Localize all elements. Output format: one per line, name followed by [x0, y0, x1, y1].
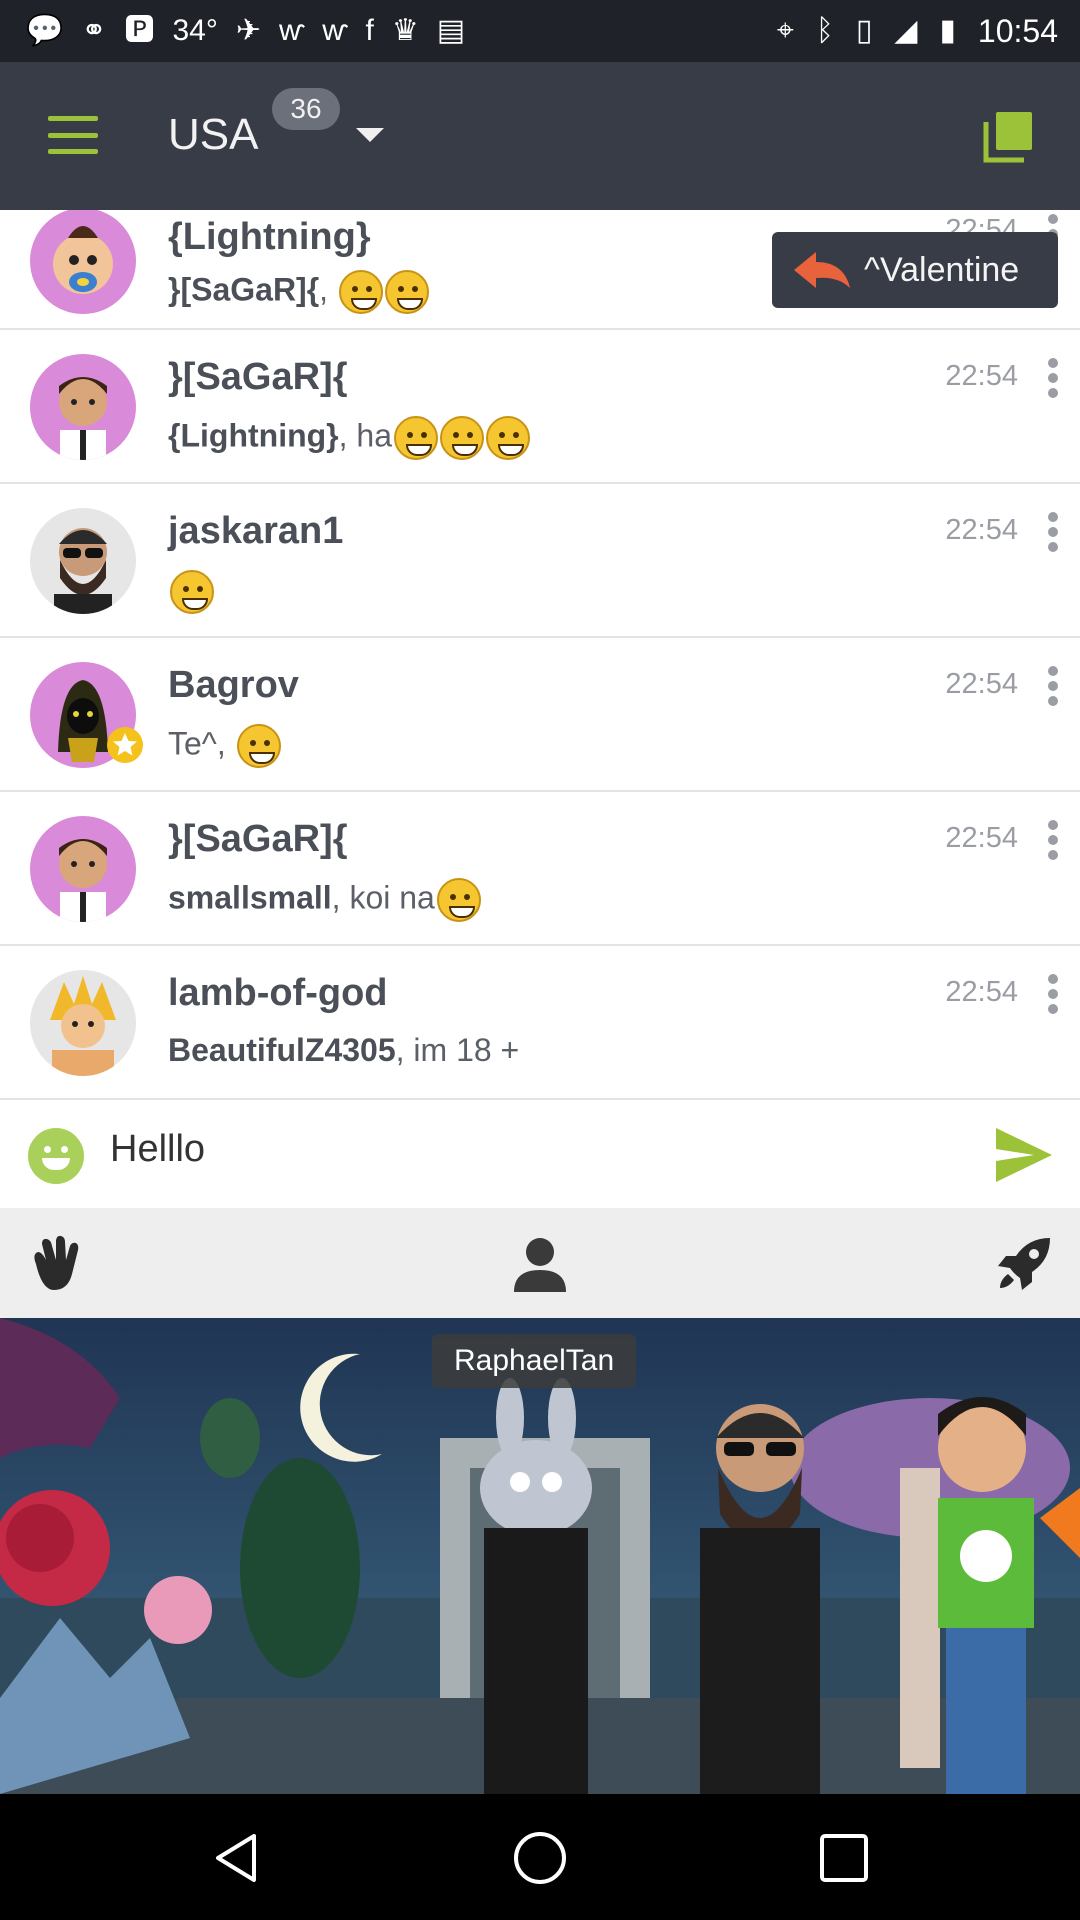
sender-name[interactable]: jaskaran1 — [168, 510, 343, 553]
send-icon[interactable] — [994, 1126, 1054, 1184]
person-icon[interactable] — [510, 1234, 570, 1294]
usb-icon: ⚭ — [81, 14, 107, 47]
mention[interactable]: }[SaGaR]{ — [168, 271, 319, 307]
message-time: 22:54 — [945, 668, 1018, 700]
action-bar — [0, 1208, 1080, 1318]
avatar[interactable] — [30, 970, 136, 1076]
menu-icon[interactable] — [48, 116, 98, 154]
emoji-icon — [338, 270, 383, 314]
scene-illustration — [0, 1318, 1080, 1794]
list-item[interactable]: }[SaGaR]{ {Lightning}, ha 22:54 — [0, 330, 1080, 484]
list-item[interactable]: }[SaGaR]{ smallsmall, koi na 22:54 — [0, 792, 1080, 946]
vibrate-icon: ▯ — [855, 14, 873, 47]
emoji-icon — [236, 724, 281, 768]
location-icon: ⌖ — [776, 14, 794, 47]
mention[interactable]: BeautifulZ4305 — [168, 1032, 396, 1068]
bluetooth-icon: ᛒ — [815, 14, 834, 47]
avatar[interactable] — [30, 210, 136, 314]
mention[interactable]: {Lightning} — [168, 417, 339, 453]
emoji-icon — [384, 270, 429, 314]
more-vert-icon[interactable] — [1044, 358, 1062, 398]
system-nav-bar — [0, 1794, 1080, 1920]
room-count-badge: 36 — [272, 88, 340, 130]
app-p-icon: 🅿 — [124, 14, 155, 47]
emoji-icon — [440, 416, 484, 460]
chat-notification-icon: 💬 — [26, 14, 64, 47]
recents-icon[interactable] — [816, 1830, 872, 1886]
room-title[interactable]: USA — [168, 110, 258, 160]
clock: 10:54 — [977, 12, 1058, 49]
message-input[interactable] — [110, 1128, 970, 1171]
bible-icon: ▤ — [436, 14, 466, 47]
chevron-down-icon[interactable] — [356, 128, 384, 142]
message-time: 22:54 — [945, 976, 1018, 1008]
smiley-icon[interactable] — [28, 1128, 84, 1184]
message-text — [168, 570, 214, 614]
emoji-icon — [436, 878, 481, 922]
message-text: {Lightning}, ha — [168, 416, 530, 460]
message-text: smallsmall, koi na — [168, 878, 481, 922]
list-item[interactable]: Bagrov Te^, 22:54 — [0, 638, 1080, 792]
message-list[interactable]: {Lightning} }[SaGaR]{, 22:54 ^Valentine … — [0, 210, 1080, 1098]
avatar[interactable] — [30, 354, 136, 460]
message-text: BeautifulZ4305, im 18 + — [168, 1032, 520, 1068]
back-icon[interactable] — [208, 1830, 264, 1886]
sender-name[interactable]: }[SaGaR]{ — [168, 818, 348, 861]
temperature: 34° — [172, 14, 218, 47]
emoji-icon — [170, 570, 214, 614]
sender-name[interactable]: Bagrov — [168, 664, 299, 707]
rocket-icon[interactable] — [994, 1234, 1054, 1294]
message-time: 22:54 — [945, 822, 1018, 854]
reply-icon — [794, 252, 850, 288]
more-vert-icon[interactable] — [1044, 512, 1062, 552]
copy-icon[interactable] — [980, 108, 1036, 164]
wave-hand-icon[interactable] — [26, 1234, 86, 1294]
avatar[interactable] — [30, 508, 136, 614]
signal-icon: ◢ — [894, 14, 918, 47]
message-composer — [0, 1098, 1080, 1208]
more-vert-icon[interactable] — [1044, 820, 1062, 860]
sender-name[interactable]: lamb-of-god — [168, 972, 388, 1015]
message-text: }[SaGaR]{, — [168, 270, 429, 314]
more-vert-icon[interactable] — [1044, 974, 1062, 1014]
room-scene[interactable]: RaphaelTan — [0, 1318, 1080, 1794]
reply-to-chip[interactable]: ^Valentine — [772, 232, 1058, 308]
w-icon: ⱳ — [279, 14, 305, 47]
list-item[interactable]: lamb-of-god BeautifulZ4305, im 18 + 22:5… — [0, 946, 1080, 1098]
scene-username-label[interactable]: RaphaelTan — [432, 1334, 637, 1388]
avatar[interactable] — [30, 816, 136, 922]
app-bar: USA 36 — [0, 62, 1080, 210]
status-bar: 💬 ⚭ 🅿 34° ✈ ⱳ ⱳ f ♛ ▤ ⌖ ᛒ ▯ ◢ ▮ 10:54 — [0, 0, 1080, 62]
more-vert-icon[interactable] — [1044, 666, 1062, 706]
home-icon[interactable] — [512, 1830, 568, 1886]
sender-name[interactable]: }[SaGaR]{ — [168, 356, 348, 399]
sender-name[interactable]: {Lightning} — [168, 216, 371, 259]
plane-icon: ✈ — [235, 14, 262, 47]
star-badge-icon — [107, 727, 143, 763]
list-item[interactable]: jaskaran1 22:54 — [0, 484, 1080, 638]
emoji-icon — [394, 416, 438, 460]
w2-icon: ⱳ — [322, 14, 348, 47]
emoji-icon — [486, 416, 530, 460]
facebook-icon: f — [365, 14, 374, 47]
battery-icon: ▮ — [939, 14, 956, 47]
message-text: Te^, — [168, 724, 281, 768]
message-time: 22:54 — [945, 360, 1018, 392]
message-time: 22:54 — [945, 514, 1018, 546]
crown-icon: ♛ — [391, 14, 419, 47]
reply-chip-label: ^Valentine — [864, 250, 1020, 289]
mention[interactable]: smallsmall — [168, 879, 332, 915]
